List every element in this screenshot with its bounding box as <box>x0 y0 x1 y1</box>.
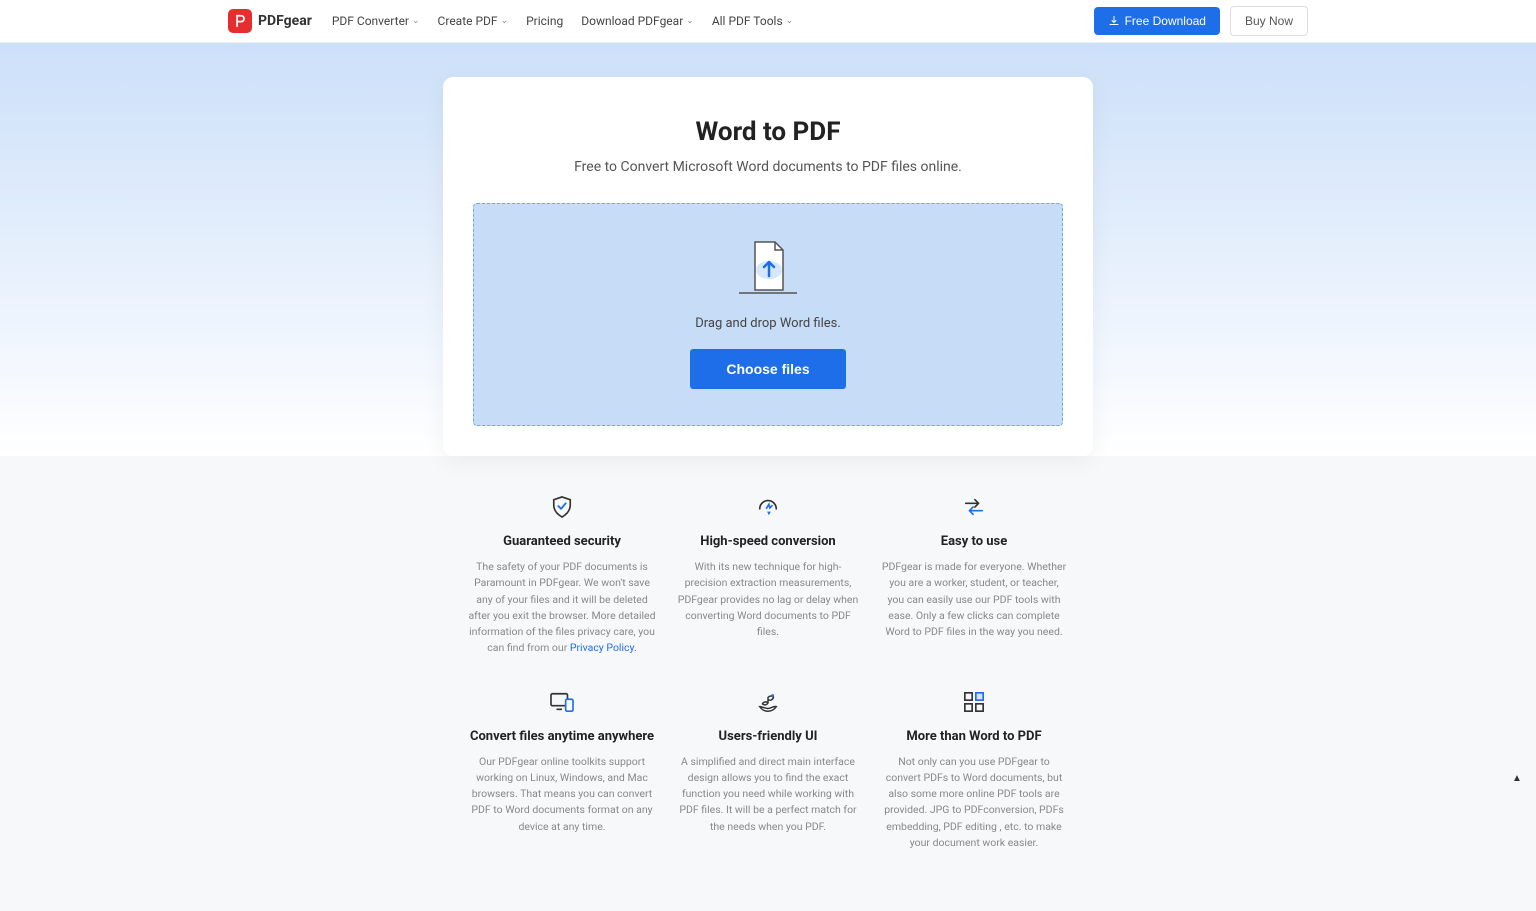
nav-pdf-converter[interactable]: PDF Converter⌄ <box>332 14 420 28</box>
feature-title: Convert files anytime anywhere <box>468 729 656 744</box>
swap-arrows-icon <box>880 492 1068 522</box>
feature-title: More than Word to PDF <box>880 729 1068 744</box>
feature-security: Guaranteed security The safety of your P… <box>468 492 656 657</box>
free-download-button[interactable]: Free Download <box>1094 7 1220 35</box>
feature-desc: Our PDFgear online toolkits support work… <box>468 754 656 835</box>
dropzone[interactable]: Drag and drop Word files. Choose files <box>473 203 1063 426</box>
feature-title: High-speed conversion <box>674 534 862 549</box>
chevron-down-icon: ⌄ <box>501 16 509 26</box>
choose-files-button[interactable]: Choose files <box>690 349 845 389</box>
feature-desc: With its new technique for high-precisio… <box>674 559 862 640</box>
nav-pricing[interactable]: Pricing <box>526 14 563 28</box>
feature-ui: Users-friendly UI A simplified and direc… <box>674 687 862 852</box>
speed-icon <box>674 492 862 522</box>
main-nav: PDF Converter⌄ Create PDF⌄ Pricing Downl… <box>332 14 1094 28</box>
feature-easy: Easy to use PDFgear is made for everyone… <box>880 492 1068 657</box>
feature-speed: High-speed conversion With its new techn… <box>674 492 862 657</box>
scroll-top-icon[interactable]: ▲ <box>1512 773 1522 783</box>
nav-download[interactable]: Download PDFgear⌄ <box>581 14 694 28</box>
nav-create-pdf[interactable]: Create PDF⌄ <box>438 14 509 28</box>
privacy-policy-link[interactable]: Privacy Policy. <box>570 641 637 654</box>
features-grid: Guaranteed security The safety of your P… <box>458 492 1078 911</box>
brand-logo[interactable]: PDFgear <box>228 9 312 33</box>
hero-section: Word to PDF Free to Convert Microsoft Wo… <box>0 43 1536 456</box>
feature-desc: The safety of your PDF documents is Para… <box>468 559 656 657</box>
feature-desc: PDFgear is made for everyone. Whether yo… <box>880 559 1068 640</box>
page-title: Word to PDF <box>473 117 1063 147</box>
feature-desc: A simplified and direct main interface d… <box>674 754 862 835</box>
devices-icon <box>468 687 656 717</box>
drop-text: Drag and drop Word files. <box>502 316 1034 331</box>
feature-desc: Not only can you use PDFgear to convert … <box>880 754 1068 852</box>
feature-more: More than Word to PDF Not only can you u… <box>880 687 1068 852</box>
nav-all-tools[interactable]: All PDF Tools⌄ <box>712 14 793 28</box>
shield-check-icon <box>468 492 656 522</box>
converter-card: Word to PDF Free to Convert Microsoft Wo… <box>443 77 1093 456</box>
brand-name: PDFgear <box>258 13 312 29</box>
logo-icon <box>228 9 252 33</box>
download-icon <box>1108 15 1120 27</box>
feature-title: Guaranteed security <box>468 534 656 549</box>
chevron-down-icon: ⌄ <box>786 16 794 26</box>
grid-icon <box>880 687 1068 717</box>
chevron-down-icon: ⌄ <box>412 16 420 26</box>
feature-anywhere: Convert files anytime anywhere Our PDFge… <box>468 687 656 852</box>
upload-file-icon <box>728 238 808 298</box>
page-subtitle: Free to Convert Microsoft Word documents… <box>473 159 1063 175</box>
buy-now-button[interactable]: Buy Now <box>1230 6 1308 36</box>
plant-hand-icon <box>674 687 862 717</box>
chevron-down-icon: ⌄ <box>686 16 694 26</box>
feature-title: Easy to use <box>880 534 1068 549</box>
feature-title: Users-friendly UI <box>674 729 862 744</box>
header: PDFgear PDF Converter⌄ Create PDF⌄ Prici… <box>0 0 1536 43</box>
